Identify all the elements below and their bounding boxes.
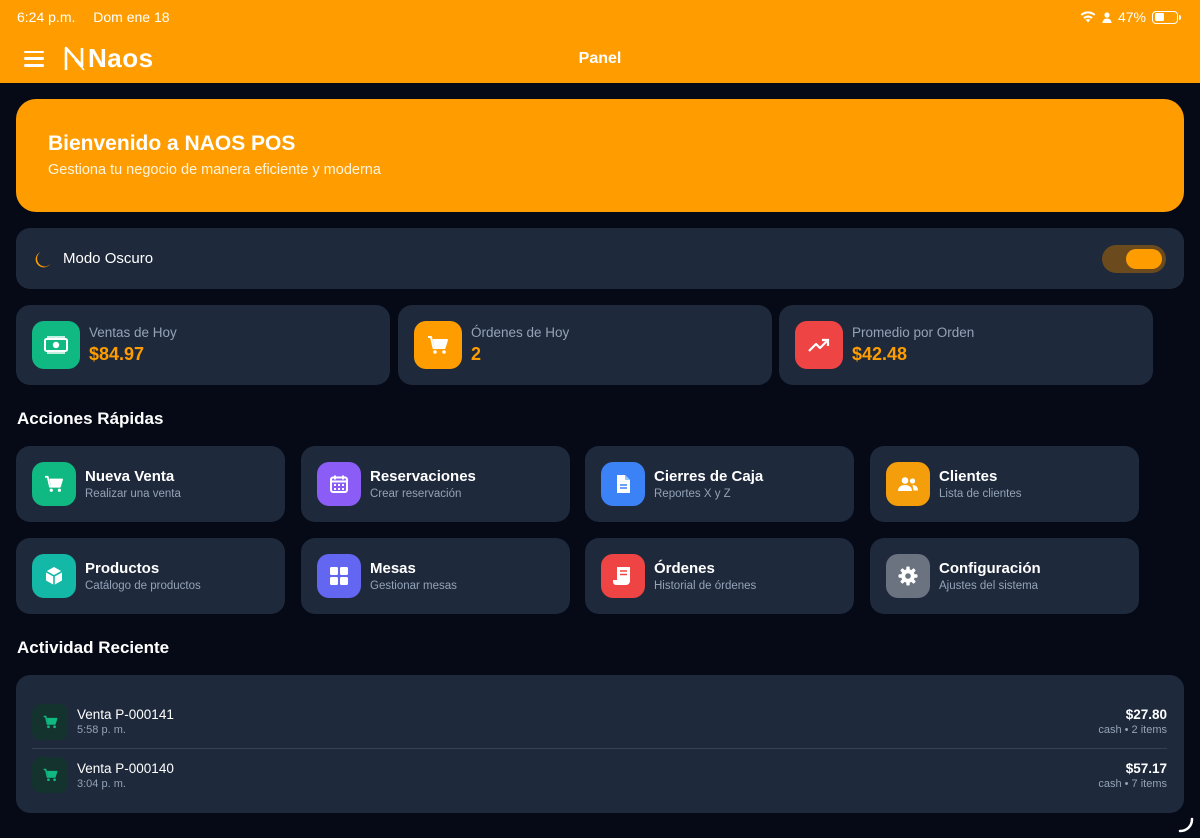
page-title: Panel xyxy=(578,49,622,67)
action-subtitle: Gestionar mesas xyxy=(370,580,457,592)
person-icon xyxy=(1102,11,1112,23)
activity-title: Venta P-000140 xyxy=(77,760,174,776)
action-cash-closings[interactable]: Cierres de Caja Reportes X y Z xyxy=(585,446,854,522)
cart-icon xyxy=(414,321,462,369)
action-subtitle: Lista de clientes xyxy=(939,488,1022,500)
stat-title: Promedio por Orden xyxy=(852,325,975,340)
action-orders[interactable]: Órdenes Historial de órdenes xyxy=(585,538,854,614)
wifi-icon xyxy=(1080,11,1096,23)
stat-value: $42.48 xyxy=(852,344,908,364)
cart-icon xyxy=(32,462,76,506)
app-logo: Naos xyxy=(64,43,154,74)
banner-title: Bienvenido a NAOS POS xyxy=(48,132,296,155)
app-logo-text: Naos xyxy=(88,43,154,73)
status-time: 6:24 p.m. xyxy=(17,9,76,25)
action-title: Configuración xyxy=(939,560,1041,577)
action-subtitle: Historial de órdenes xyxy=(654,580,757,592)
moon-icon xyxy=(35,251,51,267)
users-icon xyxy=(886,462,930,506)
activity-item[interactable]: Venta P-000140 3:04 p. m. $57.17 cash • … xyxy=(32,748,1167,801)
recent-activity-title: Actividad Reciente xyxy=(17,638,170,657)
action-clients[interactable]: Clientes Lista de clientes xyxy=(870,446,1139,522)
status-date: Dom ene 18 xyxy=(93,9,170,25)
stat-value: 2 xyxy=(471,344,482,364)
activity-time: 3:04 p. m. xyxy=(77,777,126,790)
banner-subtitle: Gestiona tu negocio de manera eficiente … xyxy=(48,162,381,178)
action-title: Productos xyxy=(85,560,160,577)
cash-icon xyxy=(32,321,80,369)
action-new-sale[interactable]: Nueva Venta Realizar una venta xyxy=(16,446,285,522)
action-subtitle: Catálogo de productos xyxy=(85,580,201,592)
activity-detail: cash • 7 items xyxy=(1098,777,1167,790)
stat-title: Ventas de Hoy xyxy=(89,325,177,340)
menu-button[interactable] xyxy=(24,50,44,67)
stat-title: Órdenes de Hoy xyxy=(471,325,570,340)
activity-amount: $57.17 xyxy=(1125,760,1167,776)
battery-icon xyxy=(1152,10,1181,24)
dark-mode-label: Modo Oscuro xyxy=(63,250,154,267)
quick-actions-title: Acciones Rápidas xyxy=(17,409,164,428)
action-settings[interactable]: Configuración Ajustes del sistema xyxy=(870,538,1139,614)
dark-mode-row: Modo Oscuro xyxy=(16,228,1184,289)
welcome-banner: Bienvenido a NAOS POS Gestiona tu negoci… xyxy=(16,99,1184,212)
grid-icon xyxy=(317,554,361,598)
status-left: 6:24 p.m. Dom ene 18 xyxy=(17,9,184,25)
gear-icon xyxy=(886,554,930,598)
action-title: Clientes xyxy=(939,468,998,485)
cube-icon xyxy=(32,554,76,598)
status-bar: 6:24 p.m. Dom ene 18 47% xyxy=(0,0,1200,34)
action-subtitle: Realizar una venta xyxy=(85,488,181,500)
action-title: Órdenes xyxy=(654,560,715,577)
activity-amount: $27.80 xyxy=(1125,707,1167,722)
action-tables[interactable]: Mesas Gestionar mesas xyxy=(301,538,570,614)
document-icon xyxy=(601,462,645,506)
stat-card-average: Promedio por Orden $42.48 xyxy=(779,305,1153,385)
action-title: Mesas xyxy=(370,560,416,577)
cart-icon xyxy=(32,703,68,740)
status-right: 47% xyxy=(1080,9,1181,25)
naos-logo-icon xyxy=(64,46,85,71)
action-subtitle: Crear reservación xyxy=(370,488,462,500)
battery-percent: 47% xyxy=(1117,9,1146,25)
stat-value: $84.97 xyxy=(89,344,145,364)
action-subtitle: Reportes X y Z xyxy=(654,488,731,500)
dark-mode-toggle[interactable] xyxy=(1102,244,1166,273)
action-reservations[interactable]: Reservaciones Crear reservación xyxy=(301,446,570,522)
stat-card-orders: Órdenes de Hoy 2 xyxy=(398,305,772,385)
activity-time: 5:58 p. m. xyxy=(77,724,126,736)
calendar-icon xyxy=(317,462,361,506)
cart-icon xyxy=(32,757,68,793)
action-subtitle: Ajustes del sistema xyxy=(939,580,1039,592)
toggle-knob xyxy=(1126,248,1162,269)
action-title: Reservaciones xyxy=(370,468,476,485)
activity-title: Venta P-000141 xyxy=(77,707,174,722)
recent-activity-list: Venta P-000141 5:58 p. m. $27.80 cash • … xyxy=(16,675,1184,813)
action-title: Nueva Venta xyxy=(85,468,175,485)
receipt-icon xyxy=(601,554,645,598)
trending-up-icon xyxy=(795,321,843,369)
activity-item[interactable]: Venta P-000141 5:58 p. m. $27.80 cash • … xyxy=(32,695,1167,748)
action-products[interactable]: Productos Catálogo de productos xyxy=(16,538,285,614)
stat-card-sales: Ventas de Hoy $84.97 xyxy=(16,305,390,385)
app-bar: Naos Panel xyxy=(0,34,1200,83)
activity-detail: cash • 2 items xyxy=(1098,724,1167,736)
action-title: Cierres de Caja xyxy=(654,468,764,485)
corner-indicator-icon xyxy=(1178,817,1194,833)
